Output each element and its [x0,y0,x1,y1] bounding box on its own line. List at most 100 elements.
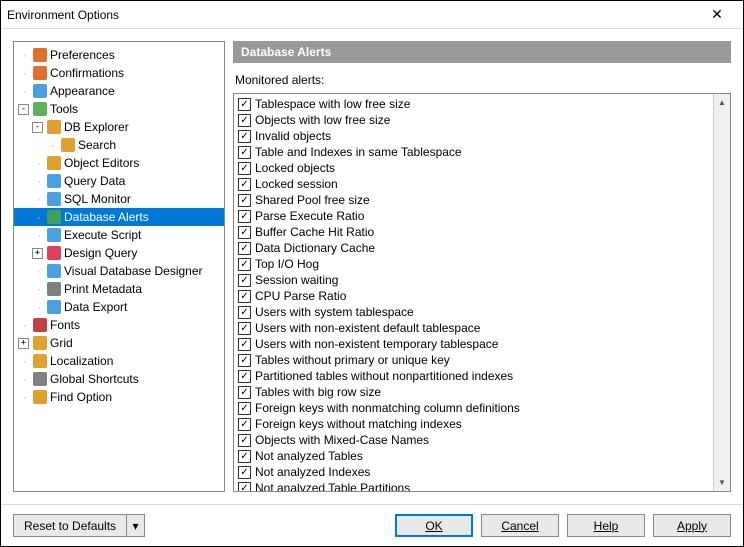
alert-checkbox[interactable] [238,114,251,127]
alert-checkbox[interactable] [238,466,251,479]
alert-row[interactable]: Buffer Cache Hit Ratio [238,224,709,240]
help-button[interactable]: Help [567,514,645,537]
chevron-down-icon: ▾ [133,519,139,533]
content-panel: Database Alerts Monitored alerts: Tables… [233,41,731,492]
tree-item-search[interactable]: ·Search [14,136,224,154]
alert-row[interactable]: Tables without primary or unique key [238,352,709,368]
alert-row[interactable]: Objects with low free size [238,112,709,128]
alert-checkbox[interactable] [238,130,251,143]
confirm-icon [32,65,48,81]
titlebar: Environment Options ✕ [1,1,743,29]
nav-tree[interactable]: ·Preferences·Confirmations·Appearance-To… [13,41,225,492]
alert-row[interactable]: Invalid objects [238,128,709,144]
tree-item-tools[interactable]: -Tools [14,100,224,118]
alert-row[interactable]: Data Dictionary Cache [238,240,709,256]
cancel-button[interactable]: Cancel [481,514,559,537]
alert-row[interactable]: Tables with big row size [238,384,709,400]
prefs-icon [32,47,48,63]
close-button[interactable]: ✕ [697,3,737,27]
reset-defaults-dropdown[interactable]: ▾ [127,514,145,537]
alert-checkbox[interactable] [238,210,251,223]
tree-item-confirmations[interactable]: ·Confirmations [14,64,224,82]
alert-checkbox[interactable] [238,178,251,191]
alert-checkbox[interactable] [238,418,251,431]
reset-defaults-button[interactable]: Reset to Defaults [13,514,127,537]
tree-item-label: Fonts [50,318,80,332]
alert-checkbox[interactable] [238,354,251,367]
dialog-footer: Reset to Defaults ▾ OK Cancel Help Apply [1,504,743,546]
alert-checkbox[interactable] [238,370,251,383]
alert-row[interactable]: Table and Indexes in same Tablespace [238,144,709,160]
visual-icon [46,263,62,279]
alert-row[interactable]: Parse Execute Ratio [238,208,709,224]
alert-row[interactable]: CPU Parse Ratio [238,288,709,304]
alert-row[interactable]: Foreign keys with nonmatching column def… [238,400,709,416]
alert-checkbox[interactable] [238,194,251,207]
alert-row[interactable]: Shared Pool free size [238,192,709,208]
alert-row[interactable]: Top I/O Hog [238,256,709,272]
alert-label: Objects with low free size [255,113,390,127]
expand-icon[interactable]: + [32,248,43,259]
tree-item-db-explorer[interactable]: -DB Explorer [14,118,224,136]
tree-item-print-metadata[interactable]: ·Print Metadata [14,280,224,298]
tree-item-object-editors[interactable]: ·Object Editors [14,154,224,172]
tree-item-data-export[interactable]: ·Data Export [14,298,224,316]
expand-icon[interactable]: + [18,338,29,349]
tree-item-fonts[interactable]: ·Fonts [14,316,224,334]
collapse-icon[interactable]: - [32,122,43,133]
tree-item-localization[interactable]: ·Localization [14,352,224,370]
tree-item-database-alerts[interactable]: ·Database Alerts [14,208,224,226]
alert-checkbox[interactable] [238,274,251,287]
alert-label: Tables without primary or unique key [255,353,450,367]
alert-row[interactable]: Foreign keys without matching indexes [238,416,709,432]
alert-checkbox[interactable] [238,226,251,239]
alert-checkbox[interactable] [238,482,251,492]
tree-item-query-data[interactable]: ·Query Data [14,172,224,190]
scroll-down-icon[interactable]: ▼ [715,474,730,491]
alert-checkbox[interactable] [238,322,251,335]
alert-checkbox[interactable] [238,386,251,399]
tree-item-grid[interactable]: +Grid [14,334,224,352]
tree-item-label: Data Export [64,300,127,314]
alert-row[interactable]: Objects with Mixed-Case Names [238,432,709,448]
tree-item-preferences[interactable]: ·Preferences [14,46,224,64]
tree-item-find-option[interactable]: ·Find Option [14,388,224,406]
alert-checkbox[interactable] [238,402,251,415]
alert-row[interactable]: Users with non-existent default tablespa… [238,320,709,336]
tree-item-execute-script[interactable]: ·Execute Script [14,226,224,244]
alert-row[interactable]: Tablespace with low free size [238,96,709,112]
alert-checkbox[interactable] [238,146,251,159]
alert-checkbox[interactable] [238,290,251,303]
tree-item-design-query[interactable]: +Design Query [14,244,224,262]
apply-button[interactable]: Apply [653,514,731,537]
alert-row[interactable]: Users with non-existent temporary tables… [238,336,709,352]
scrollbar[interactable]: ▲ ▼ [713,94,730,491]
alert-checkbox[interactable] [238,434,251,447]
alert-row[interactable]: Not analyzed Table Partitions [238,480,709,491]
tree-item-global-shortcuts[interactable]: ·Global Shortcuts [14,370,224,388]
alert-checkbox[interactable] [238,338,251,351]
alert-checkbox[interactable] [238,242,251,255]
alert-row[interactable]: Users with system tablespace [238,304,709,320]
alert-checkbox[interactable] [238,258,251,271]
collapse-icon[interactable]: - [18,104,29,115]
alert-row[interactable]: Partitioned tables without nonpartitione… [238,368,709,384]
ok-button[interactable]: OK [395,514,473,537]
tree-item-appearance[interactable]: ·Appearance [14,82,224,100]
alert-label: Top I/O Hog [255,257,319,271]
alert-row[interactable]: Not analyzed Indexes [238,464,709,480]
alert-checkbox[interactable] [238,306,251,319]
alert-row[interactable]: Not analyzed Tables [238,448,709,464]
alert-checkbox[interactable] [238,450,251,463]
tree-item-visual-database-designer[interactable]: ·Visual Database Designer [14,262,224,280]
alert-label: Foreign keys with nonmatching column def… [255,401,520,415]
alert-checkbox[interactable] [238,98,251,111]
scroll-up-icon[interactable]: ▲ [715,94,730,111]
tree-item-sql-monitor[interactable]: ·SQL Monitor [14,190,224,208]
alert-row[interactable]: Session waiting [238,272,709,288]
alert-label: Shared Pool free size [255,193,370,207]
alerts-list[interactable]: Tablespace with low free sizeObjects wit… [234,94,713,491]
alert-row[interactable]: Locked session [238,176,709,192]
alert-checkbox[interactable] [238,162,251,175]
alert-row[interactable]: Locked objects [238,160,709,176]
